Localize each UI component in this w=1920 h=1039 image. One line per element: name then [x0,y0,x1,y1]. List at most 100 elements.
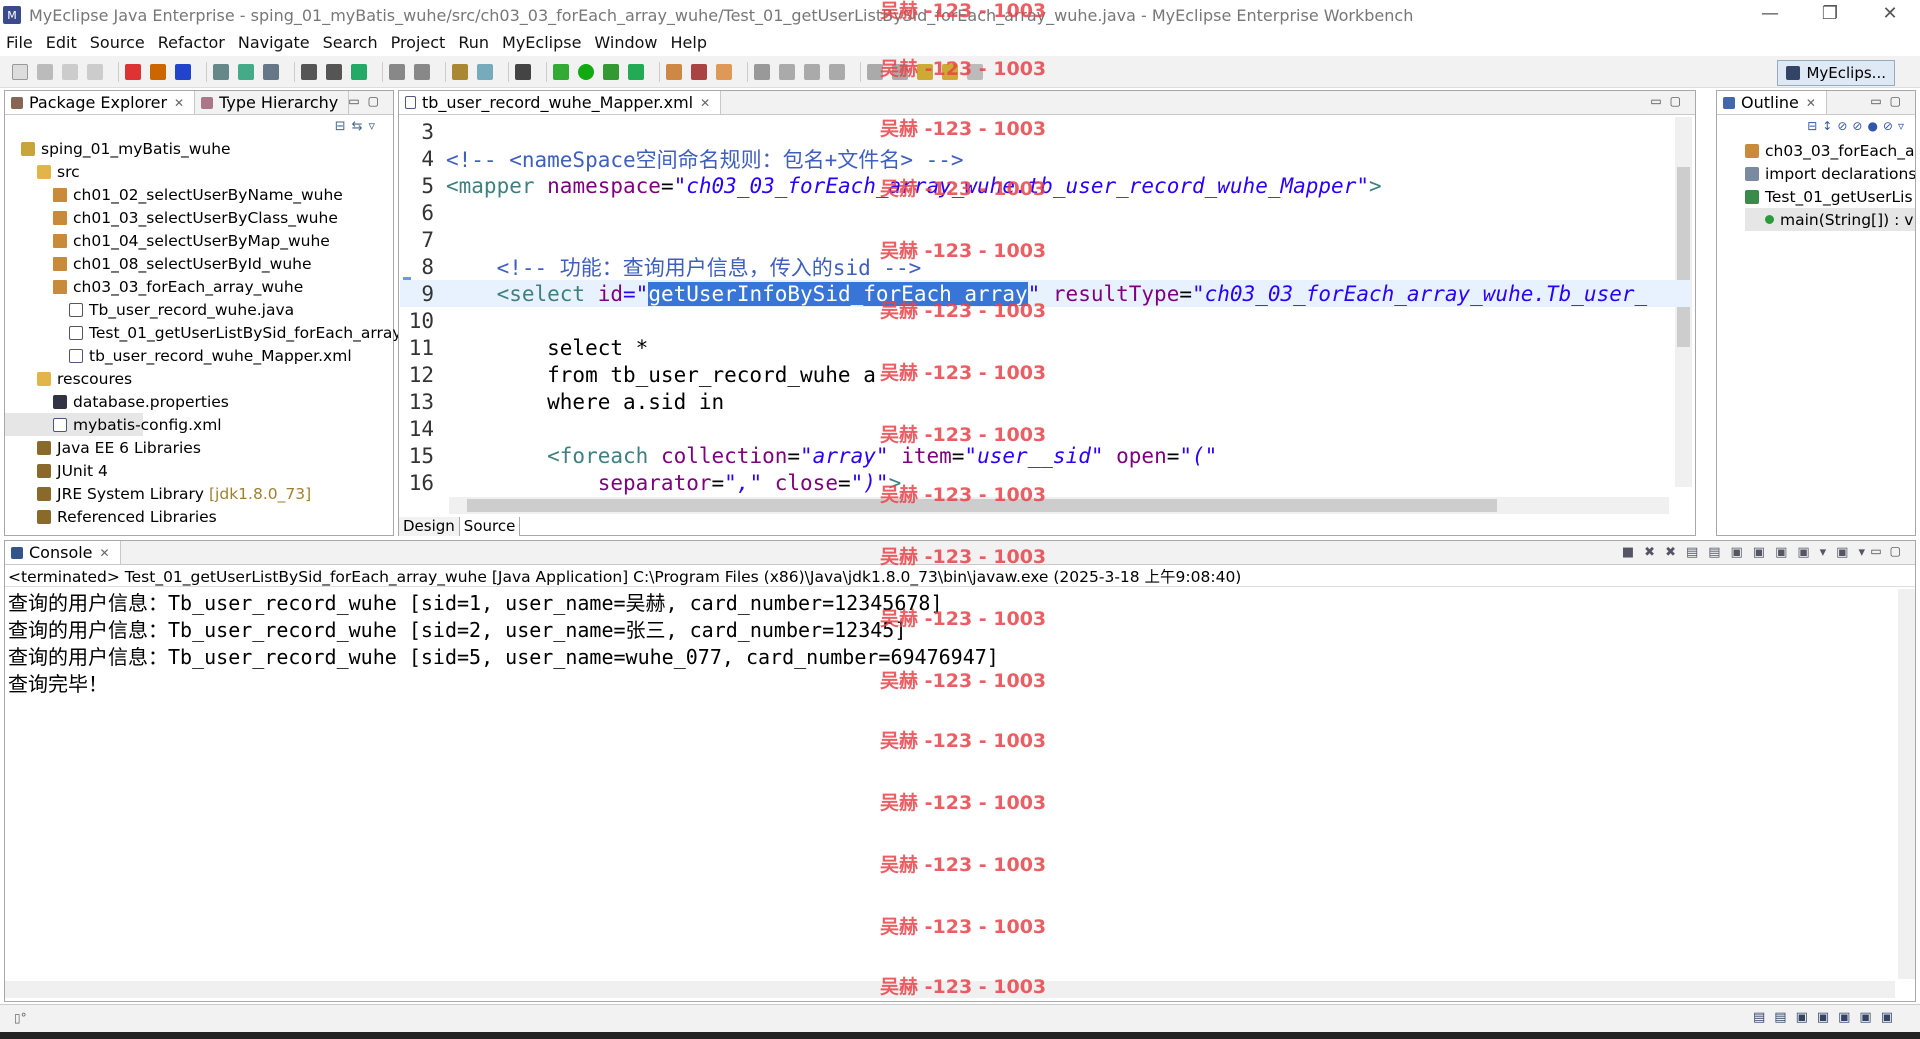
pencil-icon[interactable] [779,63,795,80]
outline-item[interactable]: Test_01_getUserLis [1745,185,1915,208]
package-icon[interactable] [150,63,166,80]
view-controls[interactable]: ▭▢ [1870,544,1909,558]
code-token: > [1368,173,1382,198]
perspective-switcher[interactable]: MyEclips... [1777,60,1895,86]
code-token: where a.sid in [446,389,725,414]
tree-item[interactable]: sping_01_myBatis_wuhe [5,137,393,160]
tab-package-explorer[interactable]: Package Explorer ✕ [5,91,196,114]
ext-tools-icon[interactable] [477,63,493,80]
view-controls[interactable]: ▭▢ [348,94,387,108]
menu-search[interactable]: Search [323,33,378,52]
trim-stack-icons[interactable]: ▤▤▣▣▣▣▣ [1753,1010,1902,1025]
task-icon[interactable] [716,63,732,80]
globe-icon[interactable] [351,63,367,80]
tab-mapper-xml[interactable]: tb_user_record_wuhe_Mapper.xml ✕ [399,91,722,114]
tree-item[interactable]: JRE System Library [jdk1.8.0_73] [5,482,393,505]
open-type-icon[interactable] [125,63,141,80]
outline-item[interactable]: ch03_03_forEach_ar [1745,139,1915,162]
package-icon [53,279,67,294]
run-icon[interactable] [578,63,594,80]
close-tab-icon[interactable]: ✕ [100,546,110,560]
close-tab-icon[interactable]: ✕ [1806,96,1816,110]
new-icon[interactable] [12,63,28,80]
deploy-icon[interactable] [238,63,254,80]
tree-item[interactable]: ch01_08_selectUserById_wuhe [5,252,393,275]
tree-item[interactable]: ch01_03_selectUserByClass_wuhe [5,206,393,229]
tree-item[interactable]: ch01_02_selectUserByName_wuhe [5,183,393,206]
tab-console[interactable]: Console ✕ [5,541,121,564]
menu-edit[interactable]: Edit [46,33,77,52]
open-folder-icon[interactable] [666,63,682,80]
open-resource-icon[interactable] [175,63,191,80]
coverage-icon[interactable] [603,63,619,80]
tree-item-suffix: [jdk1.8.0_73] [209,484,312,503]
close-tab-icon[interactable]: ✕ [700,96,710,110]
browser-icon[interactable] [263,63,279,80]
code-line[interactable]: 13 where a.sid in [400,388,1690,415]
tree-item[interactable]: Referenced Libraries [5,505,393,528]
console-toolbar-icons[interactable]: ■✖✖▤▤▣▣▣▣▾▣▾ [1622,545,1875,560]
close-button[interactable]: ✕ [1860,0,1920,30]
code-token: namespace [547,173,661,198]
fast-view-icon[interactable]: ▯° [14,1011,27,1025]
menu-navigate[interactable]: Navigate [238,33,310,52]
outline-toolbar-icons[interactable]: ⊟↕⊘⊘●⊘▿ [1807,119,1909,133]
tree-item[interactable]: src [5,160,393,183]
server-icon[interactable] [213,63,229,80]
code-line[interactable]: 4 <!-- <nameSpace空间命名规则：包名+文件名> --> [400,145,1690,172]
debug-icon[interactable] [553,63,569,80]
tab-source[interactable]: Source [459,517,521,536]
code-token: <!-- [446,255,560,280]
print-icon[interactable] [87,63,103,80]
menu-refactor[interactable]: Refactor [158,33,225,52]
tree-item[interactable]: JUnit 4 [5,459,393,482]
view-controls[interactable]: ▭▢ [1870,94,1909,108]
redo-icon[interactable] [414,63,430,80]
tree-item[interactable]: Java EE 6 Libraries [5,436,393,459]
restore-button[interactable]: ❐ [1800,0,1860,30]
console-line: 查询的用户信息：Tb_user_record_wuhe [sid=5, user… [8,645,999,669]
web-icon[interactable] [326,63,342,80]
tree-item[interactable]: Test_01_getUserListBySid_forEach_array [5,321,402,344]
project-icon[interactable] [301,63,317,80]
code-line[interactable]: 6 [400,199,1690,226]
code-line[interactable]: 11 select * [400,334,1690,361]
menu-run[interactable]: Run [458,33,489,52]
tab-design[interactable]: Design [399,517,460,536]
tree-item[interactable]: ch01_04_selectUserByMap_wuhe [5,229,393,252]
block-icon[interactable] [804,63,820,80]
outline-item[interactable]: import declarations [1745,162,1915,185]
menu-help[interactable]: Help [671,33,707,52]
console-icon[interactable] [515,63,531,80]
menu-window[interactable]: Window [594,33,657,52]
external-tools-icon[interactable] [628,63,644,80]
tree-item[interactable]: Tb_user_record_wuhe.java [5,298,393,321]
menu-myeclipse[interactable]: MyEclipse [502,33,581,52]
view-controls[interactable]: ▭▢ [1650,94,1689,108]
tab-outline[interactable]: Outline ✕ [1717,91,1827,114]
menu-project[interactable]: Project [391,33,446,52]
console-vertical-scrollbar[interactable] [1898,589,1915,979]
tab-type-hierarchy[interactable]: Type Hierarchy [195,91,350,114]
minimize-button[interactable]: — [1740,0,1800,30]
menu-source[interactable]: Source [90,33,145,52]
tree-item[interactable]: ch03_03_forEach_array_wuhe [5,275,393,298]
tools-icon[interactable] [452,63,468,80]
tree-item-label: Tb_user_record_wuhe.java [89,300,295,319]
tree-item[interactable]: mybatis-config.xml [5,413,222,436]
tree-item[interactable]: database.properties [5,390,393,413]
undo-icon[interactable] [389,63,405,80]
annotation-icon[interactable] [754,63,770,80]
toggle-icon[interactable] [829,63,845,80]
outline-item[interactable]: main(String[]) : v [1745,208,1915,231]
menu-file[interactable]: File [6,33,33,52]
save-all-icon[interactable] [62,63,78,80]
save-icon[interactable] [37,63,53,80]
search-tool-icon[interactable] [691,63,707,80]
collapse-link-icons[interactable]: ⊟⇆▿ [335,119,381,134]
close-tab-icon[interactable]: ✕ [174,96,184,110]
tree-item[interactable]: tb_user_record_wuhe_Mapper.xml [5,344,393,367]
editor-horizontal-scrollbar[interactable] [449,497,1669,514]
tree-item[interactable]: rescoures [5,367,393,390]
library-icon [37,509,51,524]
